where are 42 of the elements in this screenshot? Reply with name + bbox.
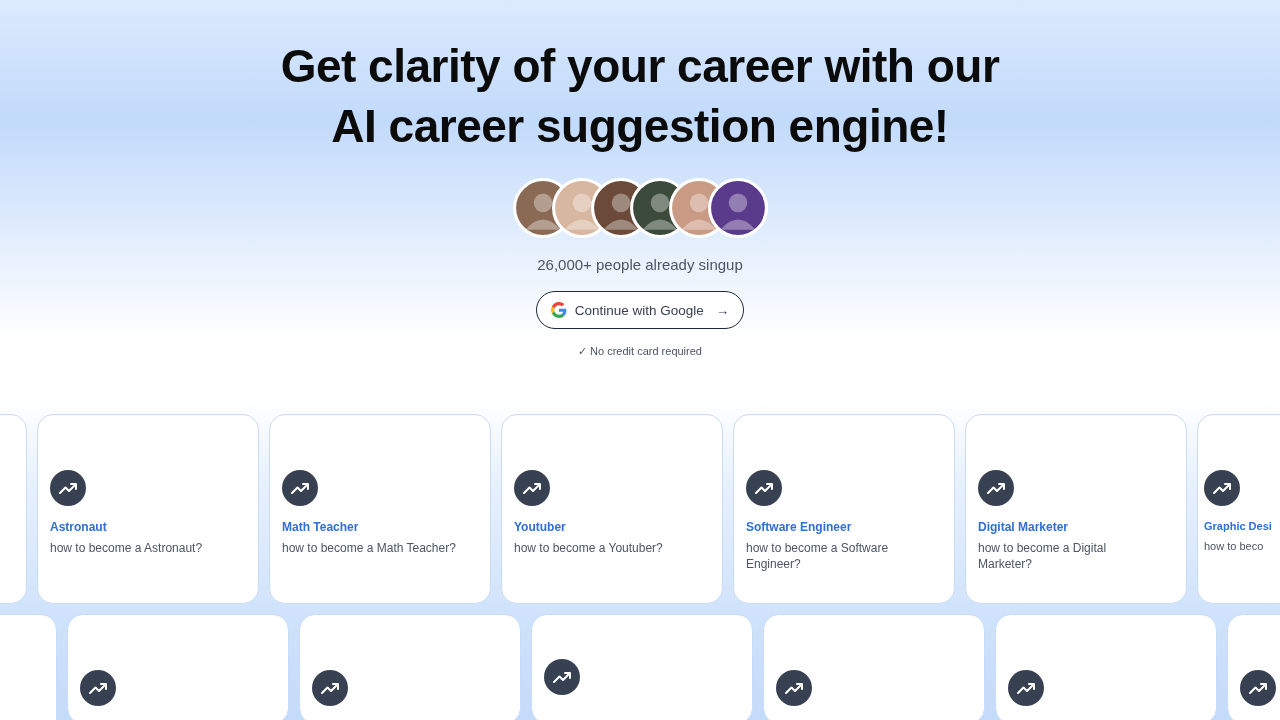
- career-card[interactable]: Software Engineer how to become a Software Engineer?: [733, 414, 955, 604]
- career-card[interactable]: [995, 614, 1217, 720]
- trending-up-icon: [514, 470, 550, 506]
- career-card[interactable]: Graphic Desi how to beco: [1197, 414, 1280, 604]
- career-title: Digital Marketer: [978, 520, 1070, 534]
- avatar-silhouette: [707, 178, 768, 238]
- trending-up-icon: [746, 470, 782, 506]
- trending-up-icon: [1008, 670, 1044, 706]
- trending-up-icon: [776, 670, 812, 706]
- headline-text: Get clarity of your career with our: [280, 39, 1000, 94]
- career-card[interactable]: [531, 614, 753, 720]
- no-credit-card-note: ✓ No credit card required: [578, 345, 702, 358]
- career-card[interactable]: Astronaut how to become a Astronaut?: [37, 414, 259, 604]
- trending-up-icon: [80, 670, 116, 706]
- career-card[interactable]: Digital Marketer how to become a Digital Marketer?: [965, 414, 1187, 604]
- career-question: how to beco: [1204, 539, 1265, 554]
- career-title: Graphic Desi: [1204, 520, 1273, 532]
- career-title: Software Engineer: [746, 520, 853, 534]
- career-question: how to become a Digital Marketer?: [978, 540, 1108, 572]
- career-card[interactable]: [763, 614, 985, 720]
- signup-count-text: 26,000+ people already singup: [537, 256, 743, 273]
- trending-up-icon: [282, 470, 318, 506]
- continue-with-google-button[interactable]: Continue with Google →: [535, 291, 745, 329]
- career-card[interactable]: Youtuber how to become a Youtuber?: [501, 414, 723, 604]
- trending-up-icon: [1240, 670, 1276, 706]
- career-question: how to become a Math Teacher?: [282, 540, 457, 556]
- career-card[interactable]: [299, 614, 521, 720]
- trending-up-icon: [312, 670, 348, 706]
- google-g-icon: [550, 302, 567, 318]
- career-card[interactable]: Math Teacher how to become a Math Teacher?: [269, 414, 491, 604]
- career-question: how to become a Software Engineer?: [746, 540, 890, 572]
- career-title: Astronaut: [50, 520, 108, 534]
- career-title: Math Teacher: [282, 520, 360, 534]
- career-question: how to become a Astronaut?: [50, 540, 204, 556]
- career-question: how to become a Youtuber?: [514, 540, 664, 556]
- trending-up-icon: [544, 659, 580, 695]
- trending-up-icon: [978, 470, 1014, 506]
- headline-text: AI career suggestion engine!: [331, 99, 949, 154]
- career-title: Youtuber: [514, 520, 567, 534]
- trending-up-icon: [1204, 470, 1240, 506]
- trending-up-icon: [50, 470, 86, 506]
- career-card[interactable]: [67, 614, 289, 720]
